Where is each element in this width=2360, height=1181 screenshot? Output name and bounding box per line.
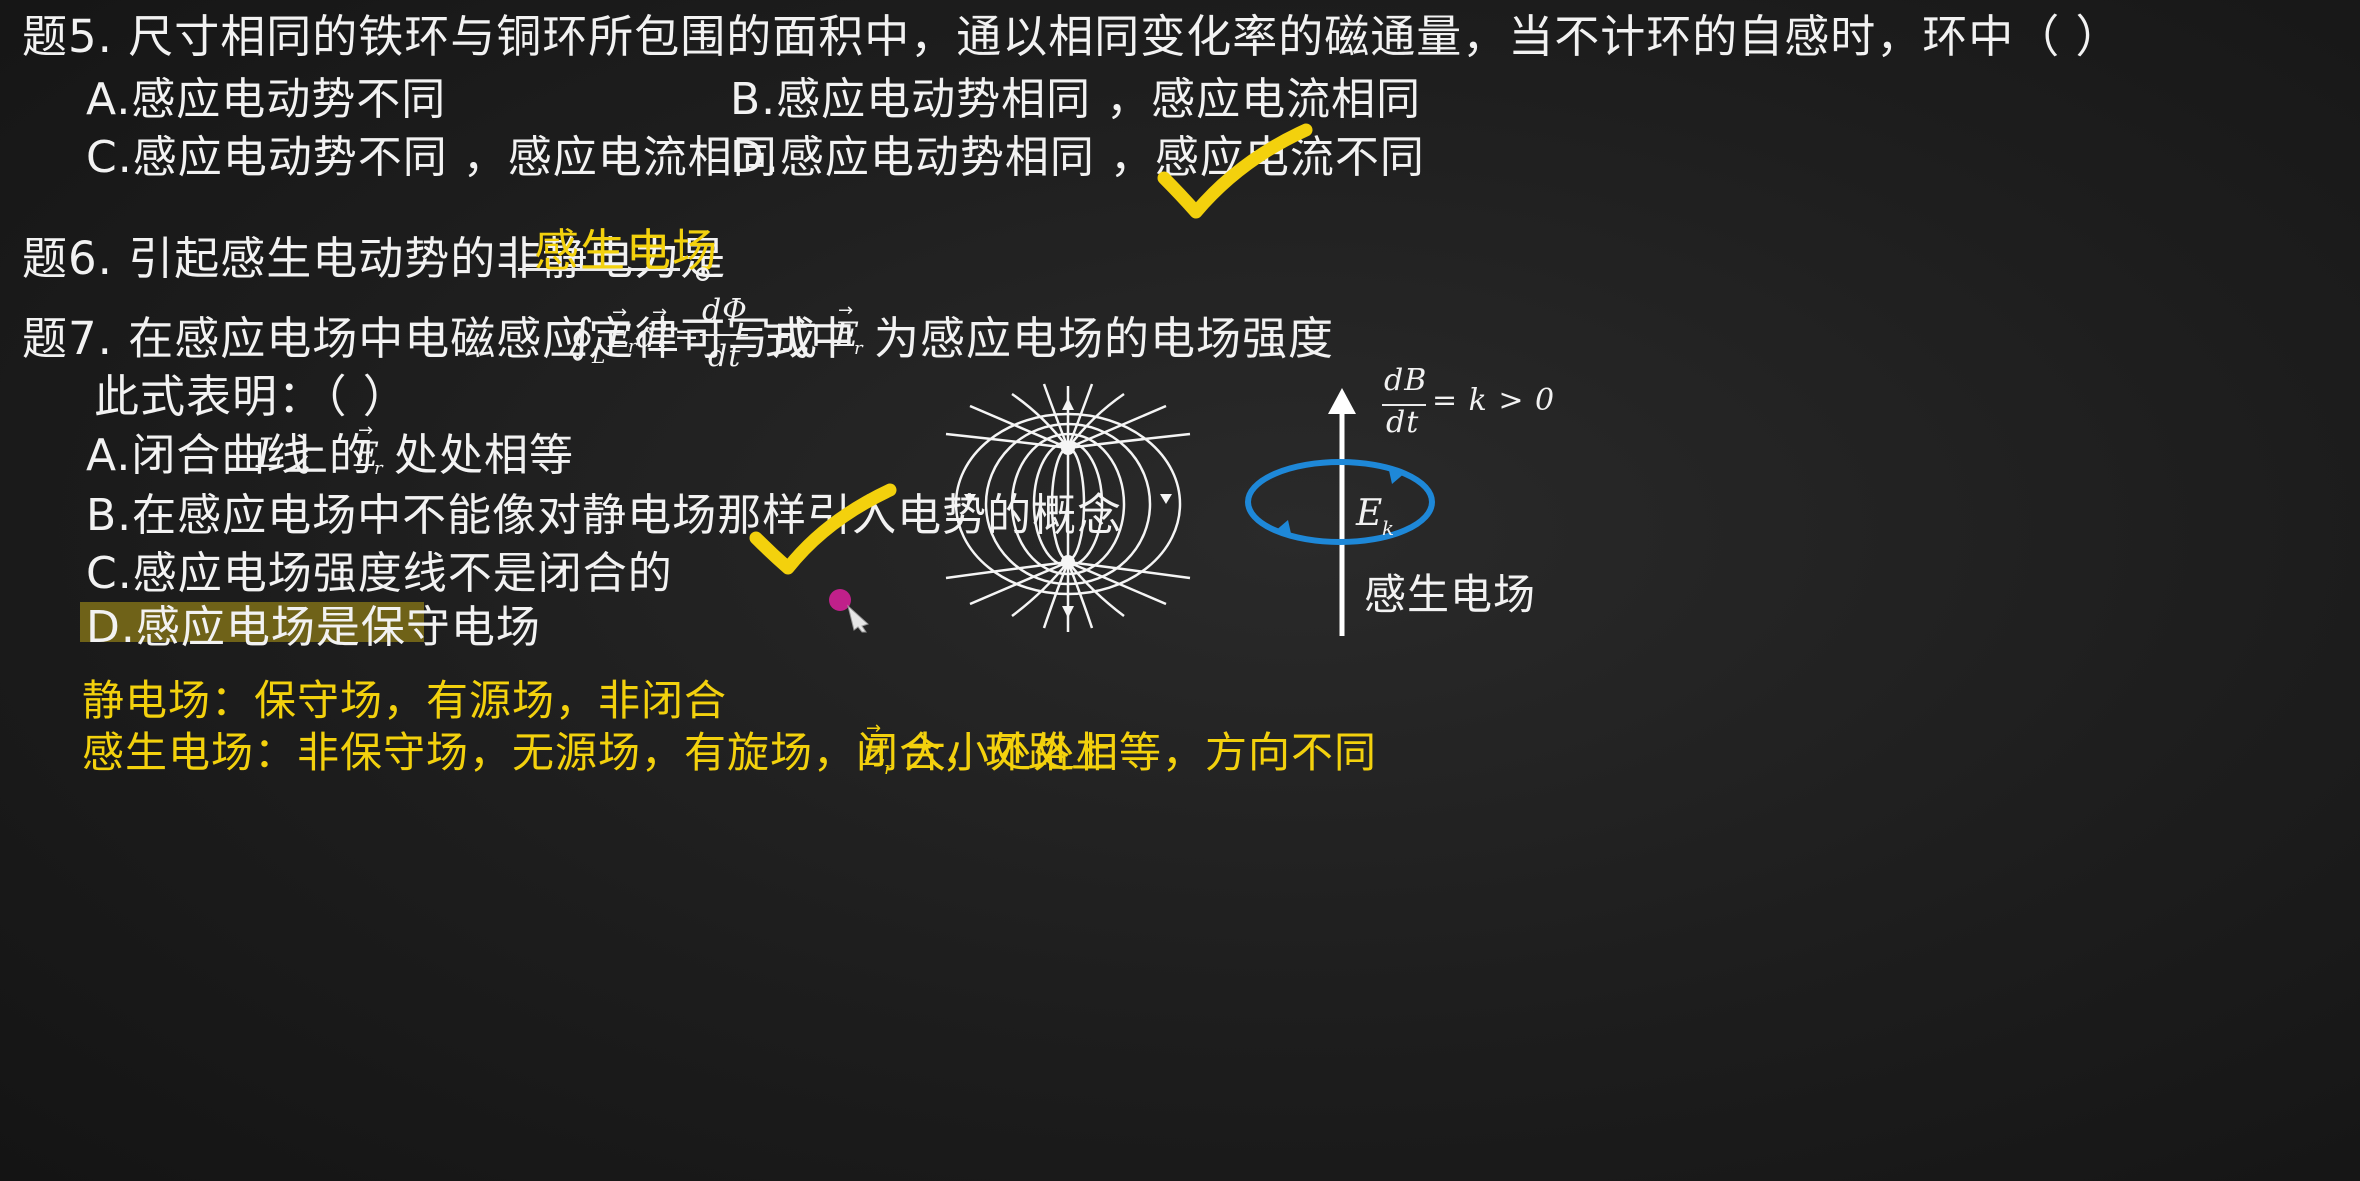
pointer-cursor-icon <box>829 589 869 633</box>
q5-option-b[interactable]: B.感应电动势相同 ，感应电流相同 <box>730 78 1421 122</box>
ek-e: E <box>1356 493 1384 534</box>
q7-option-c[interactable]: C.感应电场强度线不是闭合的 <box>86 552 673 596</box>
rate-formula: dB dt = k > 0 <box>1380 363 1554 440</box>
field-lines-diagram <box>945 383 1191 632</box>
q7-option-a-suffix: 处处相等 <box>394 430 574 481</box>
q7-formula-den: dt <box>708 339 742 374</box>
q7-stem-suffix: 为感应电场的电场强度 <box>874 312 1335 365</box>
q7-formula: ∮ L E → r dl → = dΦ dt <box>570 294 750 374</box>
q7-vector-arrow-l: → <box>652 302 669 323</box>
rate-den: dt <box>1386 405 1420 440</box>
q7-checkmark-icon <box>749 483 897 575</box>
q7-stem-e-arrow: → <box>838 300 855 321</box>
field-label: 感生电场 <box>1364 570 1537 619</box>
summary-line2-suffix: 大小处处相等，方向不同 <box>904 728 1378 777</box>
q7-integral-sub: L <box>592 344 607 368</box>
summary-line1: 静电场：保守场，有源场，非闭合 <box>82 676 728 725</box>
q7-formula-eq: = <box>674 317 701 352</box>
q7-option-a-l: L <box>256 431 284 477</box>
q6-answer: 感生电场 <box>534 224 719 277</box>
q5-checkmark-icon <box>1157 123 1313 219</box>
q7-option-a-r: r <box>374 458 384 479</box>
q5-option-d[interactable]: D.感应电动势相同 ，感应电流不同 <box>730 136 1425 180</box>
q7-option-d[interactable]: D.感应电场是保守电场 <box>86 606 541 650</box>
q7-stem-r: r <box>854 338 864 359</box>
q7-formula-num: dΦ <box>702 293 748 328</box>
q5-option-a[interactable]: A.感应电动势不同 <box>86 78 446 122</box>
summary-e-arrow: → <box>866 718 883 739</box>
q6-end: 。 <box>694 236 741 289</box>
rate-num: dB <box>1384 363 1428 398</box>
q7-fraction-bar <box>700 334 748 336</box>
ek-k: k <box>1382 516 1396 540</box>
q5-option-c[interactable]: C.感应电动势不同 ，感应电流相同 <box>86 136 778 180</box>
summary-r: r <box>884 758 894 779</box>
q5-stem: 题5. 尺寸相同的铁环与铜环所包围的面积中，通以相同变化率的磁通量，当不计环的自… <box>22 10 2122 63</box>
q7-vector-arrow-e: → <box>612 302 629 323</box>
q7-option-a-e-arrow: → <box>358 420 375 441</box>
q7-stem-line2: 此式表明：（ ） <box>94 370 409 423</box>
q7-formula-dl: dl <box>636 317 669 355</box>
blackboard: 题5. 尺寸相同的铁环与铜环所包围的面积中，通以相同变化率的磁通量，当不计环的自… <box>0 0 2360 1181</box>
rate-rhs: = k > 0 <box>1432 383 1556 418</box>
